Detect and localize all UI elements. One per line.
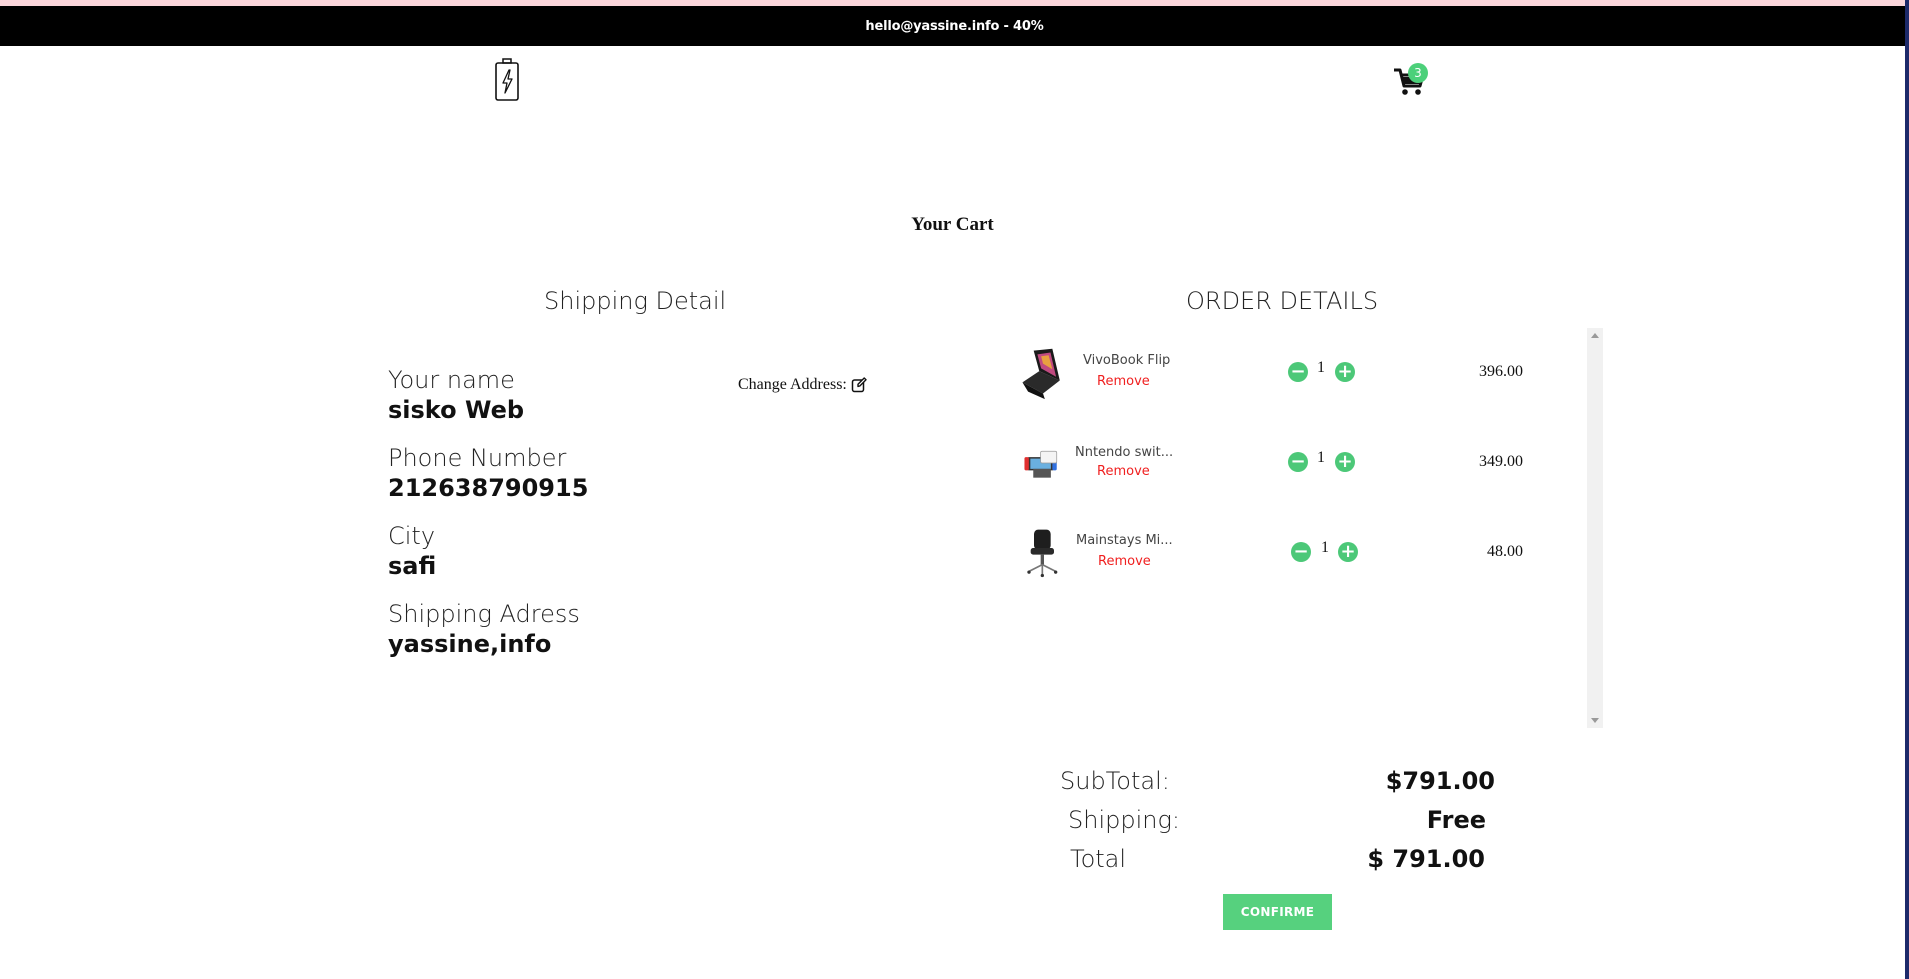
- scroll-up-arrow[interactable]: [1591, 333, 1599, 338]
- name-label: Your name: [388, 366, 515, 394]
- item-name: Mainstays Mi...: [1076, 533, 1173, 548]
- chair-thumbnail: [1027, 529, 1058, 578]
- phone-label: Phone Number: [388, 444, 567, 472]
- edit-icon: [851, 377, 867, 393]
- address-label: Shipping Adress: [388, 600, 580, 628]
- change-address-label: Change Address:: [738, 376, 847, 393]
- address-field: Shipping Adress yassine,info: [388, 600, 580, 658]
- page-title: Your Cart: [911, 214, 994, 235]
- order-item: VivoBook Flip Remove − 1 + 396.00: [1005, 345, 1585, 415]
- shipping-label: Shipping:: [1068, 806, 1180, 834]
- subtotal-value: $791.00: [1385, 767, 1495, 795]
- announcement-text: hello@yassine.info - 40%: [865, 18, 1044, 34]
- announcement-bar: hello@yassine.info - 40%: [0, 6, 1909, 46]
- decrease-qty-button[interactable]: −: [1288, 362, 1308, 382]
- scroll-down-arrow[interactable]: [1591, 718, 1599, 723]
- confirm-button[interactable]: CONFIRME: [1223, 894, 1332, 930]
- city-value: safi: [388, 552, 437, 580]
- name-value: sisko Web: [388, 396, 525, 424]
- order-details-title: ORDER DETAILS: [1186, 287, 1379, 315]
- console-thumbnail: [1024, 450, 1058, 478]
- shipping-value: Free: [1426, 806, 1486, 834]
- subtotal-label: SubTotal:: [1060, 767, 1170, 795]
- phone-value: 212638790915: [388, 474, 589, 502]
- laptop-thumbnail: [1022, 348, 1060, 400]
- increase-qty-button[interactable]: +: [1335, 452, 1355, 472]
- total-value: $ 791.00: [1367, 845, 1485, 873]
- item-name: VivoBook Flip: [1083, 353, 1171, 368]
- increase-qty-button[interactable]: +: [1335, 362, 1355, 382]
- phone-field: Phone Number 212638790915: [388, 444, 588, 502]
- address-value: yassine,info: [388, 630, 552, 658]
- item-price: 349.00: [1479, 453, 1523, 470]
- decrease-qty-button[interactable]: −: [1291, 542, 1311, 562]
- remove-link[interactable]: Remove: [1097, 464, 1177, 479]
- city-field: City safi: [388, 522, 436, 580]
- item-price: 48.00: [1487, 543, 1523, 560]
- order-item: Nntendo swit... Remove − 1 + 349.00: [1005, 435, 1585, 505]
- increase-qty-button[interactable]: +: [1338, 542, 1358, 562]
- battery-icon[interactable]: [493, 58, 521, 102]
- total-label: Total: [1070, 845, 1127, 873]
- item-price: 396.00: [1479, 363, 1523, 380]
- remove-link[interactable]: Remove: [1097, 374, 1177, 389]
- item-name: Nntendo swit...: [1075, 445, 1174, 460]
- quantity-value: 1: [1321, 539, 1329, 556]
- quantity-value: 1: [1317, 359, 1325, 376]
- decrease-qty-button[interactable]: −: [1288, 452, 1308, 472]
- cart-count-badge: 3: [1408, 63, 1428, 83]
- order-scrollbar[interactable]: [1587, 328, 1603, 728]
- city-label: City: [388, 522, 436, 550]
- window-edge: [1905, 0, 1909, 979]
- shipping-detail-title: Shipping Detail: [544, 287, 727, 315]
- quantity-value: 1: [1317, 449, 1325, 466]
- remove-link[interactable]: Remove: [1098, 554, 1178, 569]
- name-field: Your name sisko Web: [388, 366, 524, 424]
- change-address-link[interactable]: Change Address:: [738, 376, 867, 394]
- order-item: Mainstays Mi... Remove − 1 + 48.00: [1005, 525, 1585, 595]
